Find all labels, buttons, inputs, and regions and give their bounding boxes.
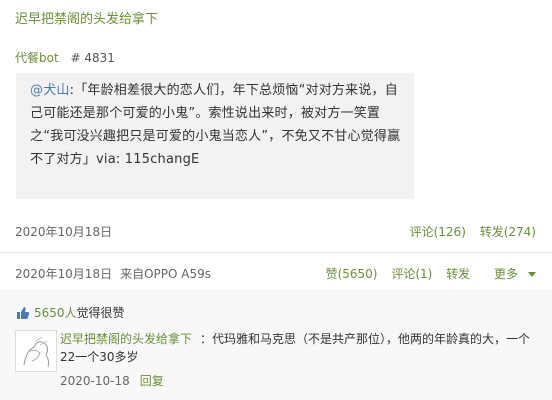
like-summary: 5650人觉得很赞 <box>16 304 125 323</box>
quote-content: :「年龄相差很大的恋人们，年下总烦恼“对对方来说，自己可能还是那个可爱的小鬼”。… <box>30 83 401 167</box>
quoted-post-text: @犬山:「年龄相差很大的恋人们，年下总烦恼“对对方来说，自己可能还是那个可爱的小… <box>30 79 408 171</box>
like-count-link[interactable]: 5650人 <box>34 306 77 320</box>
comment-author-link[interactable]: 迟早把禁阁的头发给拿下 <box>60 332 192 346</box>
divider <box>0 252 552 253</box>
post-title[interactable]: 迟早把禁阁的头发给拿下 <box>15 8 158 27</box>
post-number: # 4831 <box>70 51 115 65</box>
repost-date[interactable]: 2020年10月18日 <box>15 267 112 281</box>
repost-button[interactable]: 转发 <box>446 267 470 281</box>
comment-date: 2020-10-18 <box>60 374 130 388</box>
like-button[interactable]: 赞(5650) <box>326 267 378 281</box>
reply-button[interactable]: 回复 <box>140 374 164 388</box>
repost-actions: 赞(5650) 评论(1) 转发 更多 <box>316 265 536 282</box>
original-actions: 评论(126) 转发(274) <box>400 223 536 240</box>
comment-meta: 2020-10-18 回复 <box>60 372 164 389</box>
mention-link[interactable]: @犬山 <box>30 83 70 98</box>
source-name-link[interactable]: 代餐bot <box>15 51 59 65</box>
original-comments-link[interactable]: 评论(126) <box>410 225 466 239</box>
avatar[interactable] <box>15 330 57 372</box>
thumbs-up-icon <box>16 306 30 323</box>
like-summary-text: 觉得很赞 <box>76 306 125 320</box>
repost-device: 来自OPPO A59s <box>120 267 212 281</box>
more-button[interactable]: 更多 <box>484 267 536 281</box>
repost-date-and-device: 2020年10月18日 来自OPPO A59s <box>15 265 211 282</box>
chevron-down-icon <box>528 272 536 277</box>
more-label: 更多 <box>493 267 518 281</box>
quoted-post-box: @犬山:「年龄相差很大的恋人们，年下总烦恼“对对方来说，自己可能还是那个可爱的小… <box>16 73 414 199</box>
original-reposts-link[interactable]: 转发(274) <box>480 225 536 239</box>
source-line: 代餐bot # 4831 <box>15 49 115 66</box>
comments-button[interactable]: 评论(1) <box>391 267 432 281</box>
comment-body: 迟早把禁阁的头发给拿下 ：代玛雅和马克思（不是共产那位），他两的年龄真的大，一个2… <box>60 330 538 366</box>
original-date[interactable]: 2020年10月18日 <box>15 223 112 240</box>
